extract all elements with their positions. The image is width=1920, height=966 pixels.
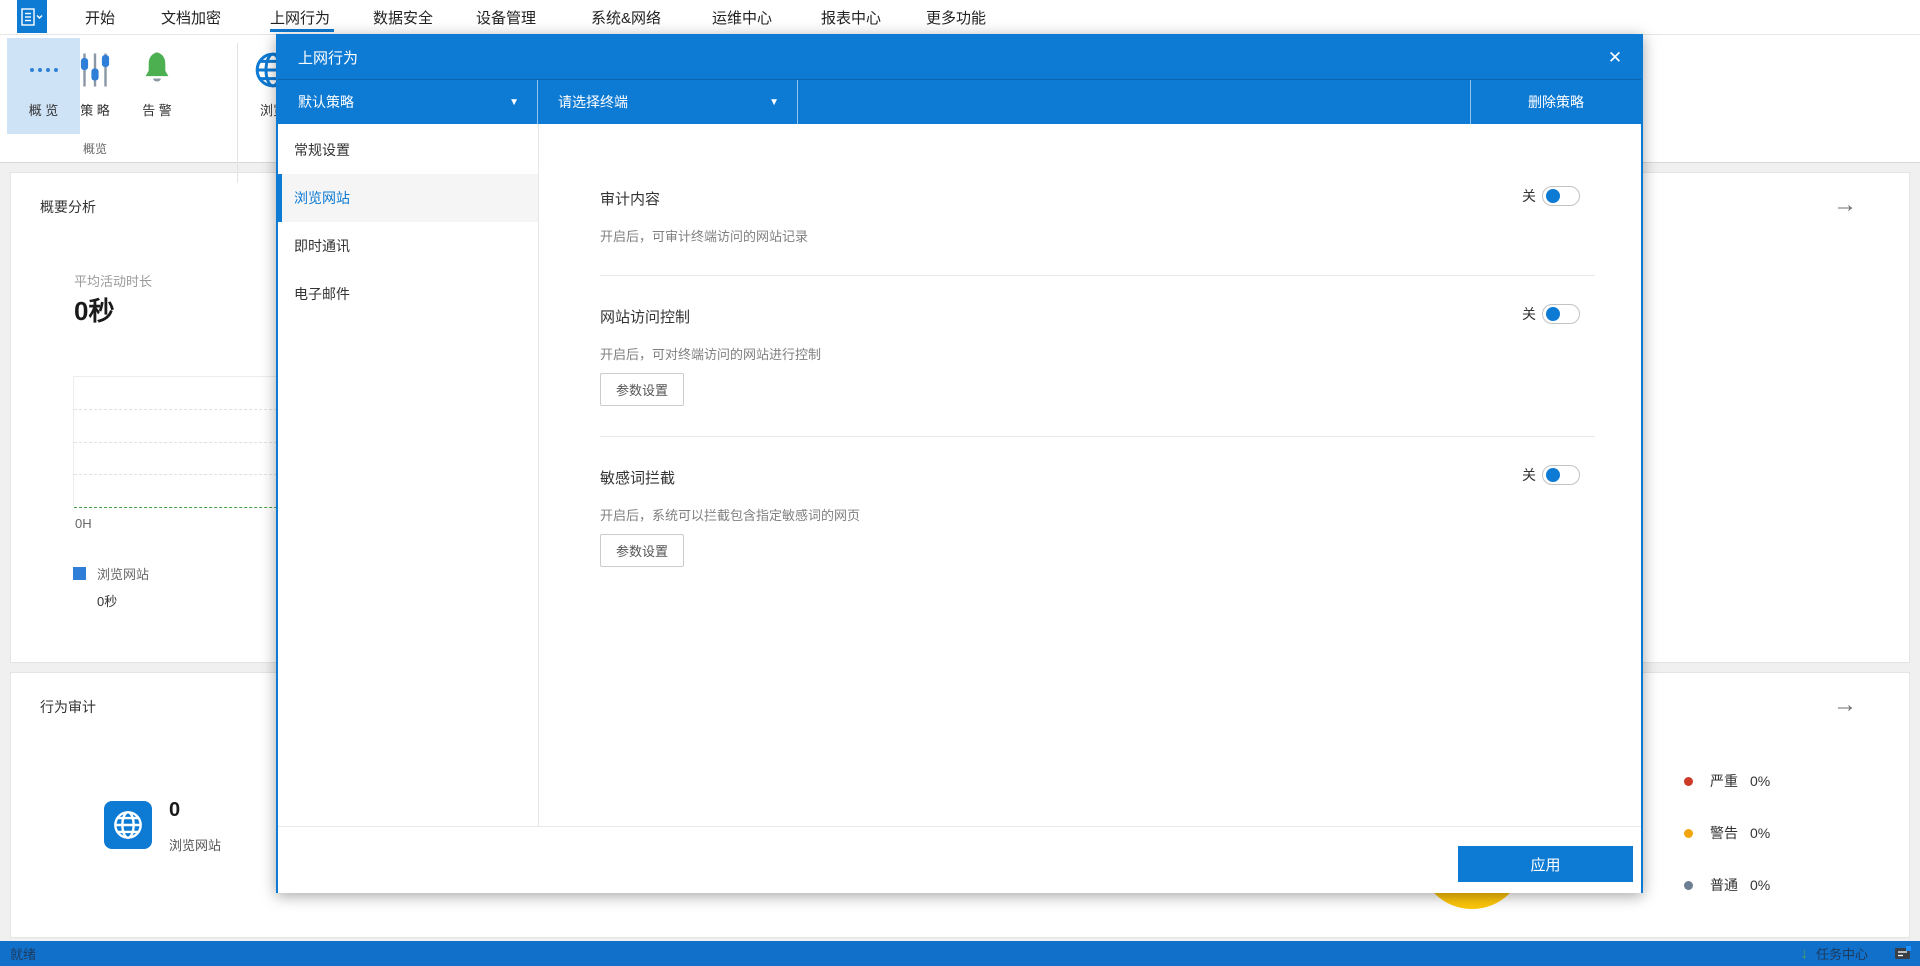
taskbar-monitor-icon[interactable] xyxy=(1894,946,1912,961)
chevron-down-icon: ▼ xyxy=(769,97,779,108)
terminal-select[interactable]: 请选择终端 ▼ xyxy=(538,80,798,124)
severity-value: 0% xyxy=(1750,877,1770,893)
severity-label: 严重 xyxy=(1710,771,1738,791)
severity-label: 普通 xyxy=(1710,875,1738,895)
dialog-footer: 应用 xyxy=(278,826,1641,893)
toggle-switch[interactable] xyxy=(1542,304,1580,324)
menu-item-internet-behavior[interactable]: 上网行为 xyxy=(270,7,330,28)
sidebar-item-email[interactable]: 电子邮件 xyxy=(278,270,538,318)
chevron-down-icon: ▼ xyxy=(509,97,519,108)
sidebar-item-instant-messaging[interactable]: 即时通讯 xyxy=(278,222,538,270)
toggle-switch[interactable] xyxy=(1542,465,1580,485)
toggle-state-label: 关 xyxy=(1522,304,1536,324)
dialog-title-bar: 上网行为 ✕ xyxy=(278,36,1641,80)
app-menu-button[interactable] xyxy=(17,0,47,33)
status-bar: 就绪 ↓ 任务中心 xyxy=(0,941,1920,966)
policy-select-value: 默认策略 xyxy=(298,92,354,112)
menu-item-start[interactable]: 开始 xyxy=(85,7,115,28)
legend-swatch xyxy=(73,567,86,580)
sidebar-item-general-settings[interactable]: 常规设置 xyxy=(278,126,538,174)
severity-value: 0% xyxy=(1750,773,1770,789)
apply-button[interactable]: 应用 xyxy=(1458,846,1633,882)
sensitive-word-toggle[interactable]: 关 xyxy=(1522,465,1580,485)
avg-activity-label: 平均活动时长 xyxy=(74,271,152,290)
severity-label: 警告 xyxy=(1710,823,1738,843)
setting-description: 开启后，系统可以拦截包含指定敏感词的网页 xyxy=(600,505,1595,524)
menu-item-report-center[interactable]: 报表中心 xyxy=(821,7,881,28)
arrow-right-icon[interactable]: → xyxy=(1833,691,1857,719)
toggle-state-label: 关 xyxy=(1522,465,1536,485)
warning-dot-icon xyxy=(1684,829,1693,838)
chart-x-axis-label: 0H xyxy=(75,516,92,531)
application-window: 开始 文档加密 上网行为 数据安全 设备管理 系统&网络 运维中心 报表中心 更… xyxy=(0,0,1920,966)
delete-policy-button[interactable]: 删除策略 xyxy=(1471,80,1641,124)
menu-bar: 开始 文档加密 上网行为 数据安全 设备管理 系统&网络 运维中心 报表中心 更… xyxy=(0,0,1920,35)
policy-button-label: 策 略 xyxy=(80,100,110,119)
ready-status-label: 就绪 xyxy=(10,944,36,963)
audit-card-title: 行为审计 xyxy=(40,697,96,717)
audit-content-toggle[interactable]: 关 xyxy=(1522,186,1580,206)
dialog-toolbar: 默认策略 ▼ 请选择终端 ▼ 删除策略 xyxy=(278,80,1641,124)
severity-value: 0% xyxy=(1750,825,1770,841)
bell-icon xyxy=(138,46,176,94)
menu-item-device-mgmt[interactable]: 设备管理 xyxy=(476,7,536,28)
menu-item-doc-encrypt[interactable]: 文档加密 xyxy=(161,7,221,28)
dialog-title: 上网行为 xyxy=(298,47,358,68)
menu-item-system-network[interactable]: 系统&网络 xyxy=(591,7,661,28)
alert-button-label: 告 警 xyxy=(142,100,172,119)
setting-row-sensitive-word-block: 敏感词拦截 开启后，系统可以拦截包含指定敏感词的网页 参数设置 关 xyxy=(600,437,1595,597)
browse-website-count: 0 xyxy=(169,799,180,822)
severity-row-normal: 普通 0% xyxy=(1684,875,1770,895)
dialog-content: 审计内容 开启后，可审计终端访问的网站记录 关 网站访问控制 开启后，可对终端访… xyxy=(539,124,1641,826)
menu-item-data-security[interactable]: 数据安全 xyxy=(373,7,433,28)
dialog-sidebar: 常规设置 浏览网站 即时通讯 电子邮件 xyxy=(278,124,539,826)
legend-value: 0秒 xyxy=(97,591,117,610)
legend-label: 浏览网站 xyxy=(97,564,149,583)
overview-button-label: 概 览 xyxy=(29,100,59,119)
browse-website-label: 浏览网站 xyxy=(169,835,221,854)
setting-title: 敏感词拦截 xyxy=(600,467,1595,488)
setting-row-audit-content: 审计内容 开启后，可审计终端访问的网站记录 关 xyxy=(600,158,1595,276)
toggle-switch[interactable] xyxy=(1542,186,1580,206)
menu-item-ops-center[interactable]: 运维中心 xyxy=(712,7,772,28)
ribbon-separator xyxy=(237,43,238,183)
app-menu-icon xyxy=(20,7,44,27)
task-center-button[interactable]: 任务中心 xyxy=(1816,944,1868,963)
setting-title: 网站访问控制 xyxy=(600,306,1595,327)
globe-icon xyxy=(104,801,152,849)
critical-dot-icon xyxy=(1684,777,1693,786)
policy-select[interactable]: 默认策略 ▼ xyxy=(278,80,538,124)
parameter-settings-button[interactable]: 参数设置 xyxy=(600,373,684,406)
setting-description: 开启后，可审计终端访问的网站记录 xyxy=(600,226,1595,245)
summary-card-title: 概要分析 xyxy=(40,197,96,217)
close-icon[interactable]: ✕ xyxy=(1603,46,1627,70)
active-menu-underline xyxy=(270,29,334,32)
toggle-state-label: 关 xyxy=(1522,186,1536,206)
terminal-select-placeholder: 请选择终端 xyxy=(558,92,628,112)
setting-row-website-access-control: 网站访问控制 开启后，可对终端访问的网站进行控制 参数设置 关 xyxy=(600,276,1595,437)
download-arrow-icon: ↓ xyxy=(1800,945,1808,962)
setting-title: 审计内容 xyxy=(600,188,1595,209)
parameter-settings-button[interactable]: 参数设置 xyxy=(600,534,684,567)
severity-row-critical: 严重 0% xyxy=(1684,771,1770,791)
menu-item-more-features[interactable]: 更多功能 xyxy=(926,7,986,28)
normal-dot-icon xyxy=(1684,881,1693,890)
policy-ribbon-button[interactable]: 策 略 xyxy=(66,38,124,134)
toolbar-spacer xyxy=(798,80,1471,124)
alert-ribbon-button[interactable]: 告 警 xyxy=(128,38,186,134)
internet-behavior-dialog: 上网行为 ✕ 默认策略 ▼ 请选择终端 ▼ 删除策略 常规设置 浏览网站 即时通… xyxy=(276,34,1643,893)
severity-row-warning: 警告 0% xyxy=(1684,823,1770,843)
sliders-icon xyxy=(77,46,113,94)
grid-overview-icon xyxy=(30,46,58,94)
website-access-toggle[interactable]: 关 xyxy=(1522,304,1580,324)
sidebar-item-browse-websites[interactable]: 浏览网站 xyxy=(278,174,538,222)
arrow-right-icon[interactable]: → xyxy=(1833,191,1857,219)
dialog-body: 常规设置 浏览网站 即时通讯 电子邮件 审计内容 开启后，可审计终端访问的网站记… xyxy=(278,124,1641,826)
ribbon-group-label: 概览 xyxy=(55,140,135,157)
setting-description: 开启后，可对终端访问的网站进行控制 xyxy=(600,344,1595,363)
avg-activity-value: 0秒 xyxy=(74,291,114,328)
